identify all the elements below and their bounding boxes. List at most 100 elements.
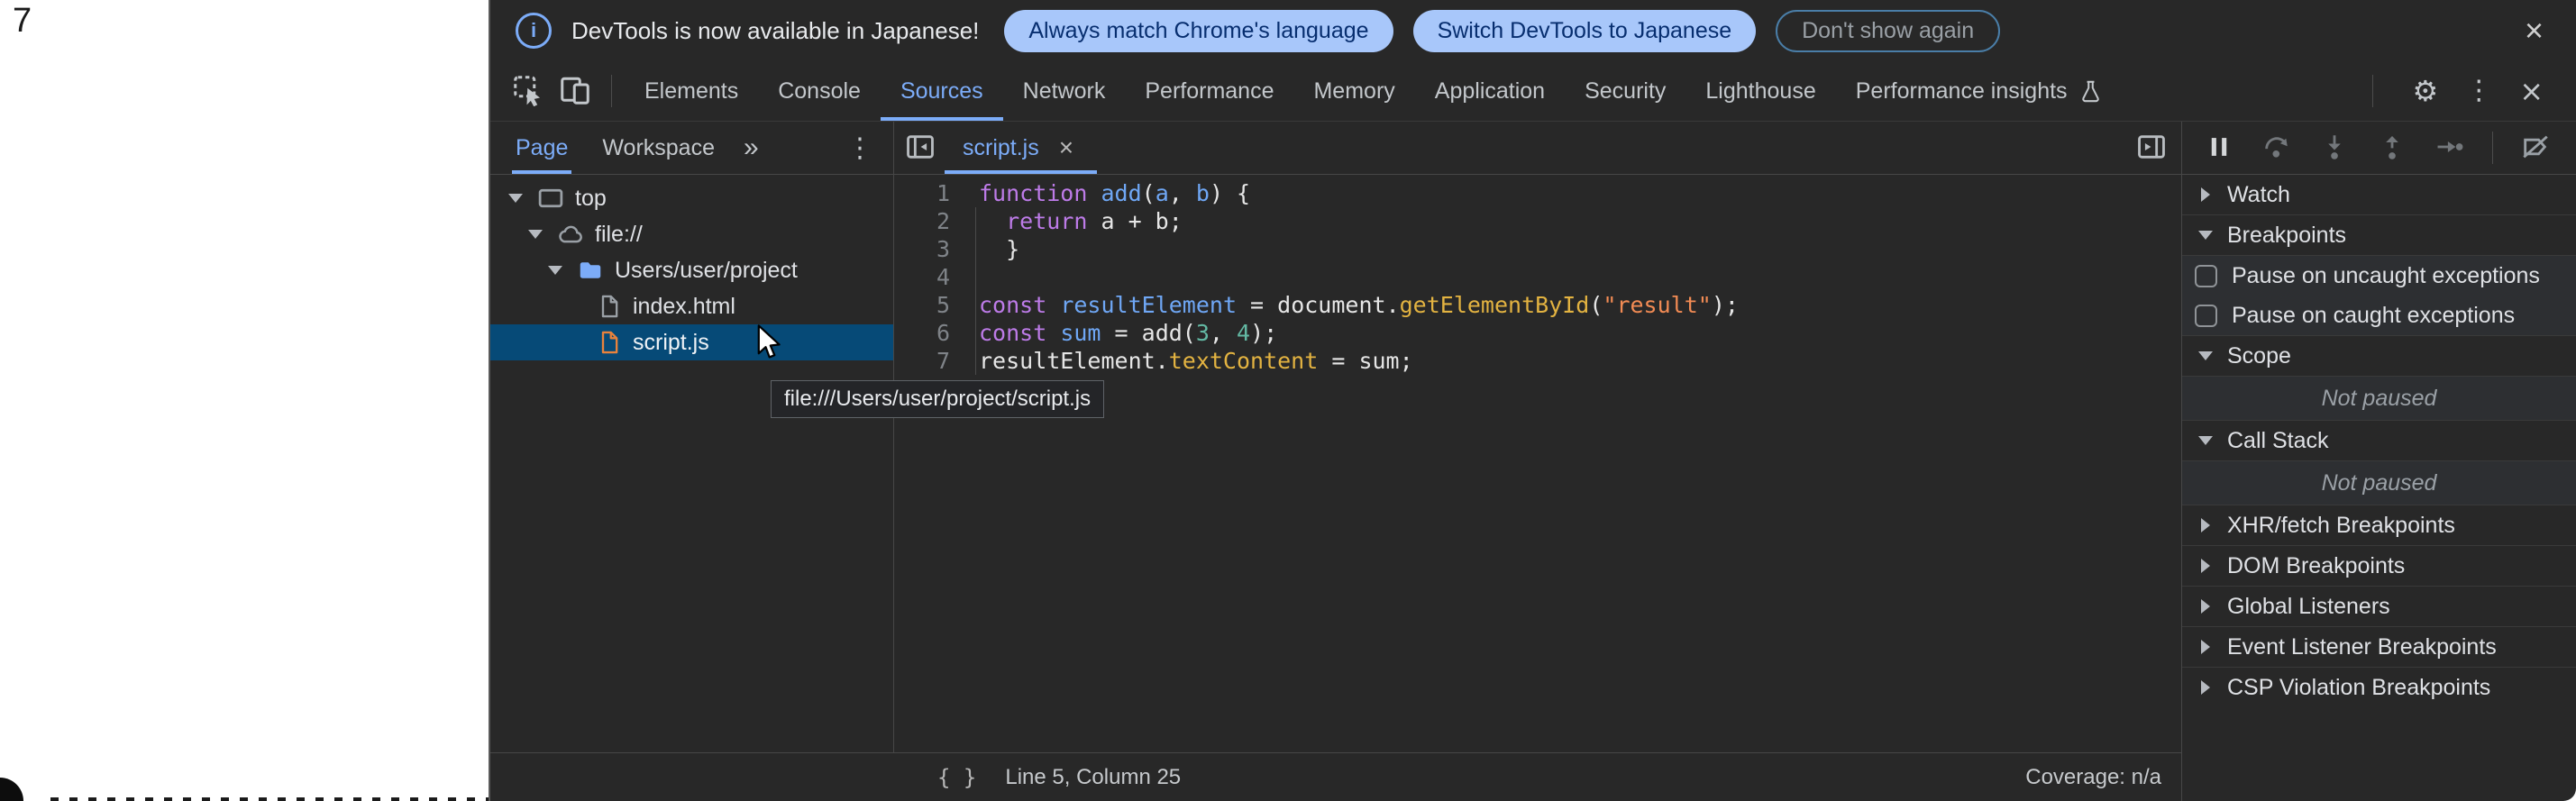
status-message: Not paused [2182, 461, 2576, 505]
pause-button[interactable] [2204, 132, 2234, 165]
code-editor[interactable]: 1 function add(a, b) { 2 return a + b; 3 } 4… [894, 175, 2181, 752]
code-token: const [979, 292, 1046, 318]
line-number[interactable]: 7 [894, 347, 950, 375]
always-match-chrome-s-language-button[interactable]: Always match Chrome's language [1004, 10, 1393, 52]
editor-status-bar: { } Line 5, Column 25 Coverage: n/a [490, 752, 2181, 801]
section-watch[interactable]: Watch [2182, 175, 2576, 214]
section-csp-violation-breakpoints[interactable]: CSP Violation Breakpoints [2182, 667, 2576, 707]
tab-application[interactable]: Application [1415, 61, 1565, 121]
tab-network[interactable]: Network [1003, 61, 1126, 121]
tab-elements[interactable]: Elements [625, 61, 758, 121]
editor-tab-script-js[interactable]: script.js × [945, 122, 1097, 174]
tab-page[interactable]: Page [512, 122, 571, 174]
code-text[interactable]: const sum = add(3, 4); [979, 319, 1277, 347]
navigator-overflow-menu-icon[interactable]: ⋮ [841, 132, 879, 165]
tab-performance[interactable]: Performance [1125, 61, 1293, 121]
infobar-message: DevTools is now available in Japanese! [571, 17, 979, 45]
section-label: Breakpoints [2227, 223, 2346, 249]
section-global-listeners[interactable]: Global Listeners [2182, 586, 2576, 626]
section-event-listener-breakpoints[interactable]: Event Listener Breakpoints [2182, 626, 2576, 667]
line-number[interactable]: 4 [894, 263, 950, 291]
tab-lighthouse[interactable]: Lighthouse [1685, 61, 1835, 121]
switch-devtools-to-japanese-button[interactable]: Switch DevTools to Japanese [1413, 10, 1757, 52]
code-text[interactable]: function add(a, b) { [979, 179, 1250, 207]
step-out-icon [2377, 132, 2407, 162]
tab-performance-insights[interactable]: Performance insights [1836, 61, 2123, 121]
code-token: } [979, 236, 1019, 262]
section-label: Call Stack [2227, 428, 2329, 454]
line-number[interactable]: 1 [894, 179, 950, 207]
section-scope[interactable]: Scope [2182, 335, 2576, 376]
navigator-header: Page Workspace » ⋮ [490, 122, 893, 175]
device-toolbar-button[interactable] [559, 74, 591, 109]
panel-tabs: ElementsConsoleSourcesNetworkPerformance… [625, 61, 2123, 121]
step-into-icon [2319, 132, 2350, 162]
section-breakpoints[interactable]: Breakpoints [2182, 214, 2576, 255]
disclosure-triangle [2195, 640, 2216, 654]
code-text[interactable]: return a + b; [979, 207, 1183, 235]
cloud-icon [557, 221, 584, 248]
panel-left-icon [905, 132, 936, 162]
tree-item-script-js[interactable]: script.js [490, 324, 893, 360]
step-into-button[interactable] [2319, 132, 2350, 165]
more-options-icon[interactable]: ⋮ [2465, 77, 2492, 105]
line-number[interactable]: 6 [894, 319, 950, 347]
checkbox[interactable] [2195, 305, 2217, 327]
tab-label: Console [778, 78, 861, 105]
close-tab-icon[interactable]: × [1054, 134, 1079, 161]
tab-workspace[interactable]: Workspace [598, 122, 718, 174]
code-token: ( [1142, 180, 1156, 206]
close-devtools-icon[interactable]: × [2519, 77, 2544, 105]
code-token: const [979, 320, 1046, 346]
file-tree: topfile://Users/user/projectindex.htmlsc… [490, 175, 893, 752]
tree-item-users-user-project[interactable]: Users/user/project [490, 252, 893, 288]
code-text[interactable]: const resultElement = document.getElemen… [979, 291, 1739, 319]
code-token: , [1210, 320, 1237, 346]
section-content-breakpoints: Pause on uncaught exceptionsPause on cau… [2182, 255, 2576, 335]
section-dom-breakpoints[interactable]: DOM Breakpoints [2182, 545, 2576, 586]
don-t-show-again-button[interactable]: Don't show again [1776, 10, 2000, 52]
section-xhr-fetch-breakpoints[interactable]: XHR/fetch Breakpoints [2182, 505, 2576, 545]
infobar-close-icon[interactable]: × [2519, 14, 2549, 48]
gear-icon[interactable]: ⚙ [2413, 77, 2439, 105]
more-tabs-icon[interactable]: » [738, 132, 764, 164]
line-number[interactable]: 5 [894, 291, 950, 319]
tab-memory[interactable]: Memory [1293, 61, 1414, 121]
tab-label: Memory [1313, 78, 1394, 105]
line-number[interactable]: 3 [894, 235, 950, 263]
info-icon: i [516, 13, 552, 49]
code-token [1087, 180, 1101, 206]
toggle-debugger-sidebar-button[interactable] [2136, 132, 2167, 165]
checkbox-row-pause-on-uncaught-exceptions[interactable]: Pause on uncaught exceptions [2182, 256, 2576, 296]
disclosure-triangle[interactable] [544, 266, 566, 275]
toggle-navigator-button[interactable] [905, 132, 936, 165]
tab-security[interactable]: Security [1565, 61, 1685, 121]
line-number[interactable]: 2 [894, 207, 950, 235]
checkbox-row-pause-on-caught-exceptions[interactable]: Pause on caught exceptions [2182, 296, 2576, 335]
tree-item-index-html[interactable]: index.html [490, 288, 893, 324]
section-label: Global Listeners [2227, 594, 2390, 620]
tab-sources[interactable]: Sources [881, 61, 1003, 121]
experiment-flask-icon [2078, 79, 2103, 104]
step-button[interactable] [2434, 132, 2465, 165]
step-out-button[interactable] [2377, 132, 2407, 165]
inspect-element-button[interactable] [512, 74, 544, 109]
disclosure-triangle[interactable] [505, 194, 526, 203]
code-text[interactable]: } [979, 235, 1019, 263]
tree-item-file[interactable]: file:// [490, 216, 893, 252]
disclosure-triangle[interactable] [525, 230, 546, 239]
code-token: b [1196, 180, 1210, 206]
debugger-sections: Watch Breakpoints Pause on uncaught except… [2182, 175, 2576, 707]
pretty-print-icon[interactable]: { } [932, 764, 982, 791]
code-token: ) { [1210, 180, 1250, 206]
checkbox[interactable] [2195, 265, 2217, 287]
section-call-stack[interactable]: Call Stack [2182, 420, 2576, 460]
deactivate-breakpoints-button[interactable] [2520, 132, 2551, 165]
file-orange-icon [597, 330, 622, 355]
step-over-button[interactable] [2261, 132, 2292, 165]
tree-item-top[interactable]: top [490, 180, 893, 216]
code-text[interactable]: resultElement.textContent = sum; [979, 347, 1413, 375]
code-token: 4 [1237, 320, 1250, 346]
code-token: a + b; [1087, 208, 1182, 234]
tab-console[interactable]: Console [758, 61, 881, 121]
